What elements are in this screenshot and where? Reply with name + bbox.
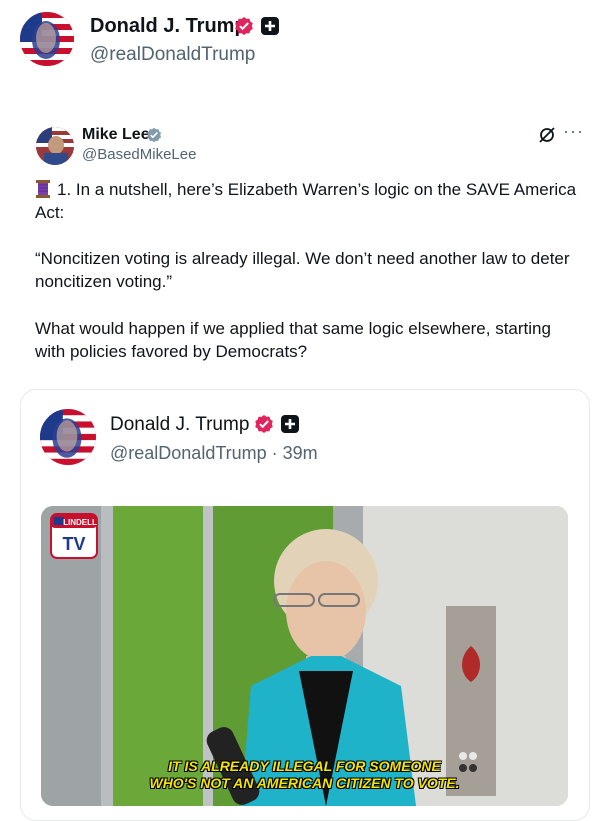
card-author-name[interactable]: Donald J. Trump (110, 414, 249, 436)
card-author-handle[interactable]: @realDonaldTrump · 39m (110, 443, 318, 464)
quoted-author-avatar[interactable] (36, 127, 74, 165)
video-caption: IT IS ALREADY ILLEGAL FOR SOMEONE WHO'S … (41, 758, 568, 792)
flag-face-avatar-image (20, 12, 74, 66)
post-text-line: 1. In a nutshell, here’s Elizabeth Warre… (35, 180, 577, 222)
post-text-paragraph: What would happen if we applied that sam… (35, 319, 551, 361)
verified-badge-icon (146, 127, 162, 143)
post-text-paragraph: 1. In a nutshell, here’s Elizabeth Warre… (35, 178, 580, 224)
author-avatar[interactable] (20, 12, 74, 66)
verified-badge-icon (254, 414, 274, 434)
video-logo-bottom-text: TV (62, 534, 85, 554)
grok-icon[interactable] (538, 126, 556, 149)
affiliate-badge-icon (280, 414, 300, 434)
verified-badge-icon (234, 16, 254, 36)
mike-lee-avatar-image (36, 127, 74, 165)
video-caption-line: WHO'S NOT AN AMERICAN CITIZEN TO VOTE. (149, 775, 460, 791)
more-options-icon[interactable]: ··· (563, 121, 584, 142)
video-logo-top-text: LINDELL (63, 518, 97, 527)
video-caption-line: IT IS ALREADY ILLEGAL FOR SOMEONE (168, 758, 441, 774)
post-text-paragraph: “Noncitizen voting is already illegal. W… (35, 249, 570, 291)
affiliate-badge-icon (260, 16, 280, 36)
author-handle[interactable]: @realDonaldTrump (90, 44, 255, 66)
card-author-badges (254, 414, 300, 434)
quoted-author-handle[interactable]: @BasedMikeLee (82, 146, 196, 163)
card-author-avatar[interactable] (40, 409, 96, 465)
author-badges (234, 16, 280, 36)
author-name[interactable]: Donald J. Trump (90, 15, 247, 38)
flag-face-avatar-image (40, 409, 96, 465)
thread-spool-icon (35, 180, 51, 198)
quoted-author-name[interactable]: Mike Lee (82, 126, 150, 144)
